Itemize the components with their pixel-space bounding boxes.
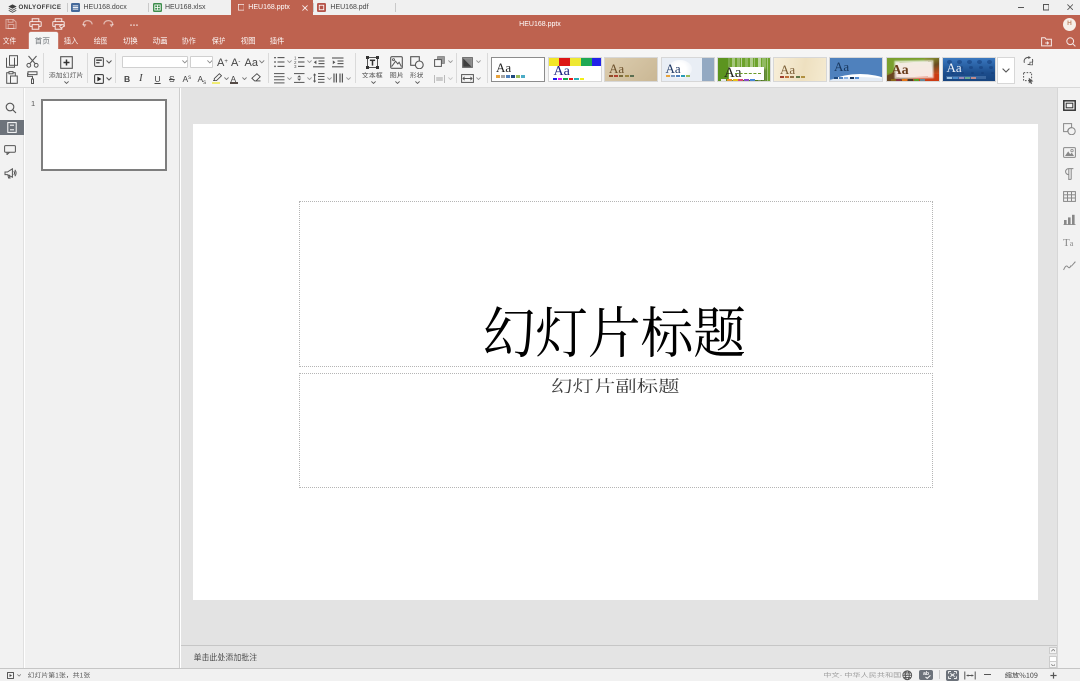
svg-text:3: 3	[294, 64, 297, 69]
